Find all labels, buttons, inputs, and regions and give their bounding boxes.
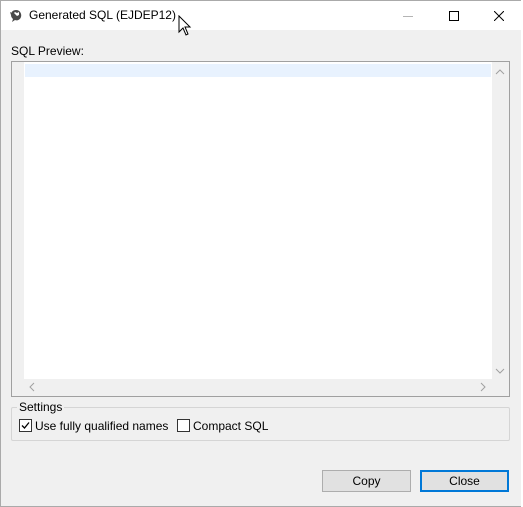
fully-qualified-names-checkbox[interactable] — [19, 419, 32, 432]
compact-sql-checkbox[interactable] — [177, 419, 190, 432]
scroll-up-icon[interactable] — [494, 66, 506, 78]
minimize-icon — [403, 15, 413, 17]
fully-qualified-names-label[interactable]: Use fully qualified names — [35, 419, 168, 433]
vertical-scrollbar[interactable] — [492, 62, 509, 381]
maximize-button[interactable] — [431, 1, 477, 30]
generated-sql-dialog: Generated SQL (EJDEP12) SQL Preview: Set… — [0, 0, 523, 507]
maximize-icon — [449, 10, 459, 21]
scroll-right-icon[interactable] — [477, 381, 489, 393]
scroll-left-icon[interactable] — [26, 381, 38, 393]
scroll-down-icon[interactable] — [494, 365, 506, 377]
mouse-cursor-icon — [178, 15, 192, 36]
minimize-button[interactable] — [385, 1, 431, 30]
close-button[interactable]: Close — [420, 470, 509, 492]
app-icon — [10, 10, 22, 22]
sql-preview-label: SQL Preview: — [11, 44, 84, 58]
checkmark-icon — [21, 422, 30, 429]
close-icon — [494, 10, 504, 21]
sql-preview-editor[interactable] — [11, 61, 510, 397]
window-title: Generated SQL (EJDEP12) — [29, 8, 176, 22]
close-window-button[interactable] — [476, 1, 522, 30]
compact-sql-label[interactable]: Compact SQL — [193, 419, 268, 433]
horizontal-scrollbar[interactable] — [12, 379, 509, 396]
title-bar[interactable]: Generated SQL (EJDEP12) — [1, 1, 522, 36]
copy-button[interactable]: Copy — [322, 470, 411, 492]
settings-legend: Settings — [17, 400, 65, 414]
current-line-highlight — [25, 64, 491, 77]
editor-gutter — [12, 62, 24, 381]
